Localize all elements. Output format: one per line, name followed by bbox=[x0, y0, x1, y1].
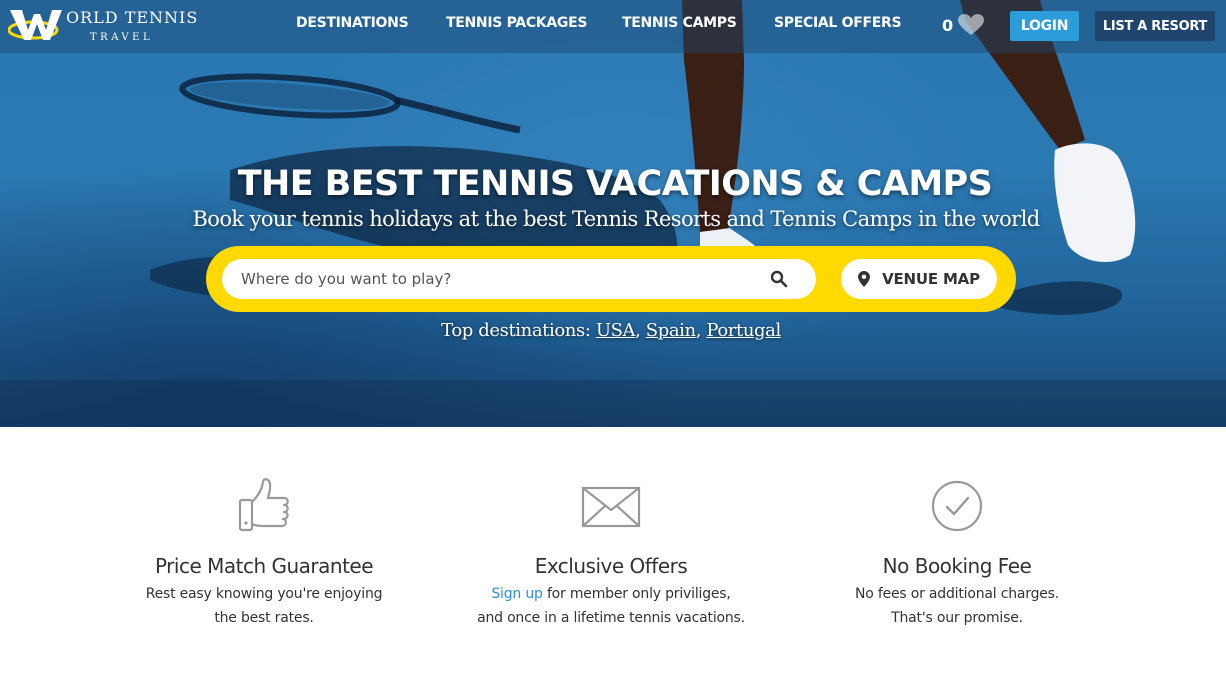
nav-special-offers[interactable]: SPECIAL OFFERS bbox=[774, 15, 902, 31]
search-icon[interactable] bbox=[770, 270, 788, 288]
destination-link-portugal[interactable]: Portugal bbox=[706, 320, 781, 341]
login-button[interactable]: LOGIN bbox=[1010, 11, 1079, 41]
feature-description: No fees or additional charges. That's ou… bbox=[807, 582, 1107, 630]
search-box bbox=[222, 259, 816, 299]
feature-description: Sign up for member only priviliges, and … bbox=[461, 582, 761, 630]
destination-link-spain[interactable]: Spain bbox=[646, 320, 696, 341]
thumbs-up-icon bbox=[238, 478, 289, 532]
feature-title: No Booking Fee bbox=[882, 554, 1032, 578]
map-pin-icon bbox=[858, 271, 871, 287]
venue-map-button[interactable]: VENUE MAP bbox=[841, 259, 997, 299]
feature-price-match: Price Match Guarantee Rest easy knowing … bbox=[114, 476, 414, 630]
logo-w-mark-icon bbox=[8, 10, 62, 40]
checkmark-circle-icon bbox=[931, 480, 983, 532]
feature-description: Rest easy knowing you're enjoying the be… bbox=[114, 582, 414, 630]
site-logo[interactable]: ORLD TENNIS TRAVEL bbox=[8, 6, 208, 46]
top-destinations: Top destinations: USA, Spain, Portugal bbox=[441, 320, 781, 341]
search-input[interactable] bbox=[222, 259, 816, 299]
sign-up-link[interactable]: Sign up bbox=[491, 586, 543, 602]
feature-title: Exclusive Offers bbox=[534, 554, 688, 578]
logo-text-secondary: TRAVEL bbox=[90, 32, 154, 43]
top-destinations-label: Top destinations: bbox=[441, 320, 591, 341]
search-bar: VENUE MAP bbox=[206, 246, 1016, 312]
envelope-icon bbox=[581, 486, 641, 528]
feature-text-fragment: for member only priviliges, bbox=[542, 586, 731, 602]
venue-map-label: VENUE MAP bbox=[882, 270, 980, 288]
feature-text-line: the best rates. bbox=[214, 610, 314, 626]
nav-destinations[interactable]: DESTINATIONS bbox=[296, 15, 409, 31]
hero-banner: ORLD TENNIS TRAVEL DESTINATIONS TENNIS P… bbox=[0, 0, 1226, 427]
logo-text-primary: ORLD TENNIS bbox=[66, 8, 199, 27]
destination-link-usa[interactable]: USA bbox=[596, 320, 636, 341]
feature-text-line: No fees or additional charges. bbox=[854, 586, 1060, 602]
list-a-resort-button[interactable]: LIST A RESORT bbox=[1095, 11, 1215, 41]
feature-title: Price Match Guarantee bbox=[154, 554, 374, 578]
heart-icon bbox=[958, 14, 985, 35]
feature-no-booking-fee: No Booking Fee No fees or additional cha… bbox=[807, 476, 1107, 630]
feature-text-line: and once in a lifetime tennis vacations. bbox=[477, 610, 745, 626]
feature-text-line: That's our promise. bbox=[891, 610, 1023, 626]
feature-exclusive-offers: Exclusive Offers Sign up for member only… bbox=[461, 476, 761, 630]
nav-tennis-camps[interactable]: TENNIS CAMPS bbox=[622, 15, 737, 31]
hero-title: THE BEST TENNIS VACATIONS & CAMPS bbox=[237, 164, 993, 204]
feature-text-line: Rest easy knowing you're enjoying bbox=[145, 586, 383, 602]
hero-subtitle: Book your tennis holidays at the best Te… bbox=[192, 207, 1040, 231]
nav-tennis-packages[interactable]: TENNIS PACKAGES bbox=[446, 15, 587, 31]
feature-text-line: Sign up for member only priviliges, bbox=[461, 582, 761, 606]
favorites-count: 0 bbox=[942, 15, 954, 35]
favorites-button[interactable]: 0 bbox=[942, 14, 985, 36]
